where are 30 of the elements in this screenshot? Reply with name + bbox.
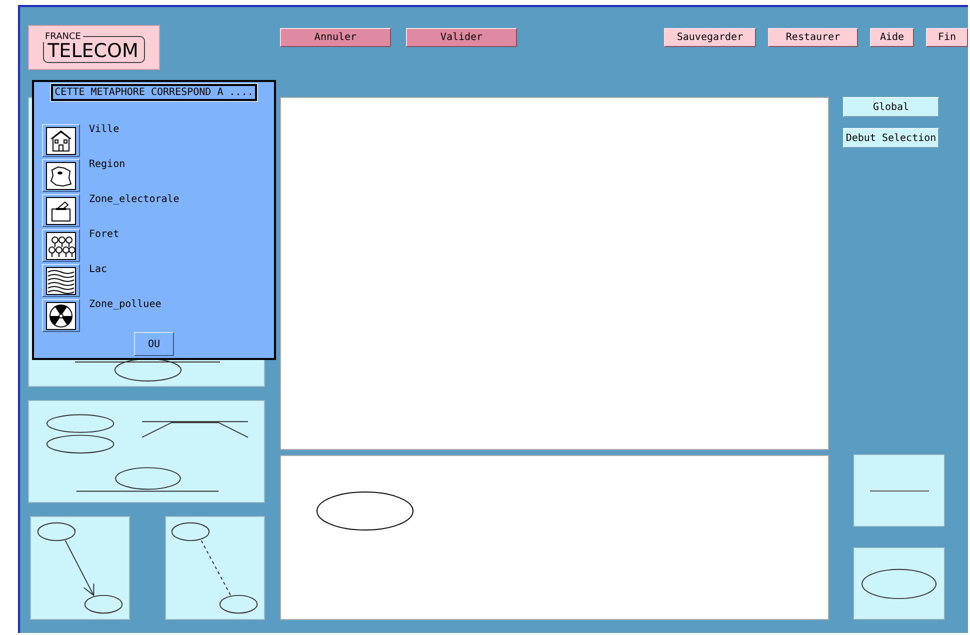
ballot-box-icon: [45, 196, 77, 224]
radiation-button[interactable]: [42, 299, 80, 332]
or-button[interactable]: OU: [134, 332, 174, 356]
house-icon: [45, 126, 77, 154]
toolbar-button[interactable]: Aide: [870, 28, 914, 47]
radiation-icon: [45, 302, 77, 330]
toolbar-button[interactable]: Sauvegarder: [664, 28, 756, 47]
option-label: Region: [89, 159, 126, 171]
map-icon: [45, 162, 77, 190]
side-button[interactable]: Debut Selection: [843, 128, 939, 148]
toolbar-button[interactable]: Fin: [926, 28, 968, 47]
toolbar-button[interactable]: Restaurer: [768, 28, 858, 47]
line-drawing: [869, 489, 930, 493]
trees-button[interactable]: [42, 229, 80, 262]
option-label: Zone_electorale: [89, 194, 180, 206]
toolbar-button[interactable]: Valider: [406, 28, 517, 47]
house-button[interactable]: [42, 124, 80, 157]
dialog-title: CETTE METAPHORE CORRESPOND A ....: [50, 84, 258, 101]
trees-icon: [45, 232, 77, 260]
option-label: Lac: [89, 264, 108, 276]
side-button[interactable]: Global: [843, 97, 939, 117]
option-label: Zone_polluee: [89, 299, 162, 311]
option-label: Foret: [89, 229, 120, 241]
map-button[interactable]: [42, 159, 80, 192]
ballot-box-button[interactable]: [42, 194, 80, 227]
shape-tile[interactable]: [853, 454, 945, 527]
option-label: Ville: [89, 124, 120, 136]
waves-icon: [45, 266, 77, 294]
toolbar-button[interactable]: Annuler: [280, 28, 391, 47]
waves-button[interactable]: [42, 264, 80, 297]
